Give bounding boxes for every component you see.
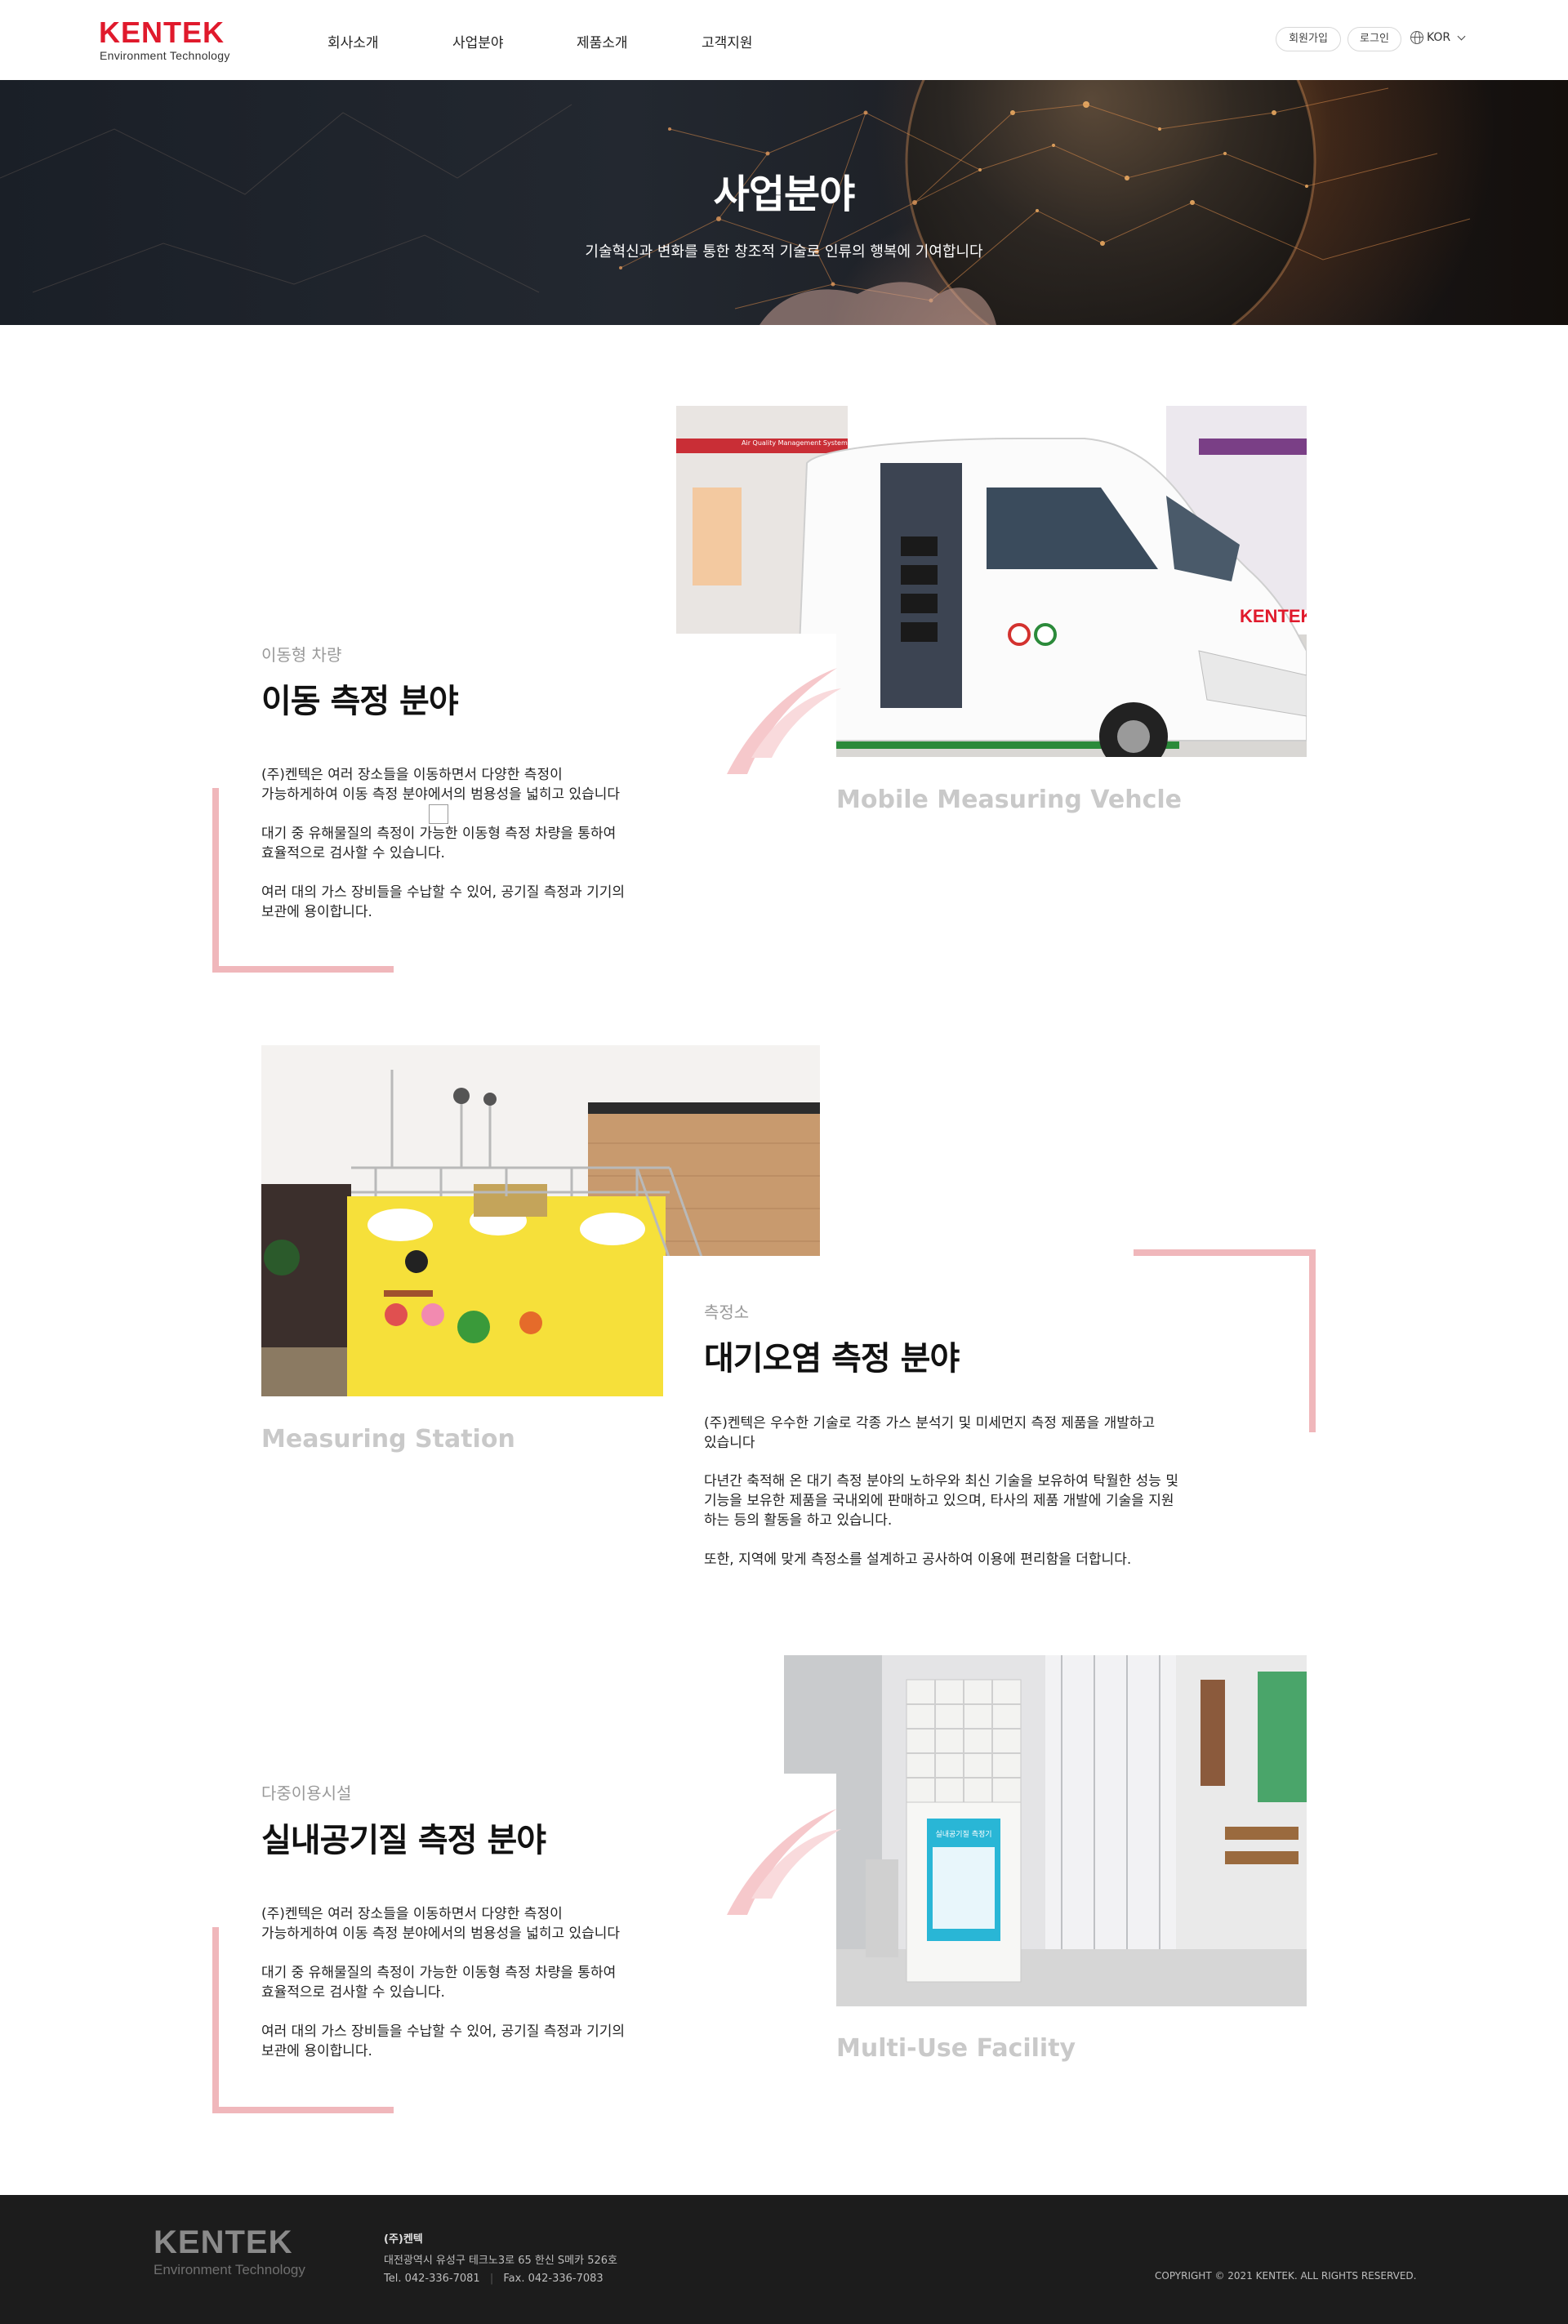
hero-title: 사업분야: [713, 171, 856, 217]
section-paragraph: (주)켄텍은 여러 장소들을 이동하면서 다양한 측정이 가능하게하여 이동 측…: [261, 767, 621, 803]
logo-wordmark: KENTEK: [99, 16, 225, 49]
section-paragraph: 여러 대의 가스 장비들을 수납할 수 있어, 공기질 측정과 기기의 보관에 …: [261, 2023, 626, 2059]
site-header: KENTEK Environment Technology 회사소개 사업분야 …: [0, 0, 1568, 80]
pink-swoosh-decoration: [727, 668, 841, 774]
section-paragraph: 다년간 축적해 온 대기 측정 분야의 노하우와 최신 기술을 보유하여 탁월한…: [704, 1473, 1178, 1529]
kentek-logo[interactable]: KENTEK Environment Technology: [99, 16, 238, 65]
language-selector[interactable]: KOR: [1410, 31, 1466, 44]
en-label: Multi-Use Facility: [836, 2034, 1076, 2063]
footer-address: 대전광역시 유성구 테크노3로 65 한신 S메카 526호: [384, 2255, 617, 2267]
section-paragraph: 대기 중 유해물질의 측정이 가능한 이동형 측정 차량을 통하여 효율적으로 …: [261, 826, 617, 861]
device-screen-text: 실내공기질 측정기: [935, 1829, 991, 1839]
en-label: Measuring Station: [261, 1425, 515, 1454]
section-paragraph: (주)켄텍은 여러 장소들을 이동하면서 다양한 측정이 가능하게하여 이동 측…: [261, 1906, 621, 1942]
footer-fax: Fax. 042-336-7083: [503, 2273, 604, 2285]
nav-item-company[interactable]: 회사소개: [327, 31, 379, 51]
photo-sign-text: Air Quality Management System: [742, 439, 848, 447]
multi-use-facility-photo: 실내공기질 측정기: [784, 1655, 1307, 2006]
section-title: 실내공기질 측정 분야: [261, 1822, 546, 1859]
footer-logo-tagline: Environment Technology: [154, 2262, 305, 2277]
hero-banner: 사업분야 기술혁신과 변화를 통한 창조적 기술로 인류의 행복에 기여합니다: [0, 80, 1568, 325]
chevron-down-icon: [1457, 32, 1466, 41]
en-label: Mobile Measuring Vehcle: [836, 786, 1183, 814]
language-label: KOR: [1427, 31, 1451, 44]
pink-bracket-decoration: [212, 788, 394, 973]
footer-divider: |: [489, 2273, 494, 2285]
section-category: 측정소: [704, 1302, 750, 1322]
footer-copyright: COPYRIGHT © 2021 KENTEK. ALL RIGHTS RESE…: [1155, 2270, 1417, 2282]
vehicle-brand-text: KENTEK: [1240, 606, 1307, 626]
footer-company-name: (주)켄텍: [384, 2233, 423, 2246]
section-category: 다중이용시설: [261, 1783, 352, 1803]
nav-item-support[interactable]: 고객지원: [702, 31, 753, 51]
hero-subtitle: 기술혁신과 변화를 통한 창조적 기술로 인류의 행복에 기여합니다: [585, 243, 983, 260]
section-paragraph: 대기 중 유해물질의 측정이 가능한 이동형 측정 차량을 통하여 효율적으로 …: [261, 1965, 617, 2001]
pink-bracket-decoration: [1134, 1249, 1316, 1432]
section-title: 대기오염 측정 분야: [704, 1340, 960, 1378]
checkbox-icon[interactable]: [429, 804, 448, 824]
section-paragraph: 또한, 지역에 맞게 측정소를 설계하고 공사하여 이용에 편리함을 더합니다.: [704, 1552, 1132, 1568]
pink-swoosh-decoration: [727, 1809, 841, 1915]
globe-icon: [1410, 31, 1423, 44]
signup-button[interactable]: 회원가입: [1276, 27, 1341, 51]
pink-bracket-decoration: [212, 1927, 394, 2113]
footer-tel: Tel. 042-336-7081: [384, 2273, 480, 2285]
footer-logo-wordmark: KENTEK: [154, 2224, 293, 2260]
login-button[interactable]: 로그인: [1348, 27, 1401, 51]
section-paragraph: (주)켄텍은 우수한 기술로 각종 가스 분석기 및 미세먼지 측정 제품을 개…: [704, 1415, 1156, 1451]
nav-item-business[interactable]: 사업분야: [452, 31, 504, 51]
section-title: 이동 측정 분야: [261, 683, 459, 720]
site-footer: KENTEK Environment Technology: [0, 2195, 1568, 2324]
nav-item-products[interactable]: 제품소개: [577, 31, 628, 51]
section-category: 이동형 차량: [261, 645, 342, 665]
logo-tagline: Environment Technology: [100, 49, 230, 62]
section-paragraph: 여러 대의 가스 장비들을 수납할 수 있어, 공기질 측정과 기기의 보관에 …: [261, 884, 626, 920]
footer-logo[interactable]: KENTEK Environment Technology: [154, 2224, 305, 2278]
footer-contact: Tel. 042-336-7081 | Fax. 042-336-7083: [384, 2273, 604, 2285]
